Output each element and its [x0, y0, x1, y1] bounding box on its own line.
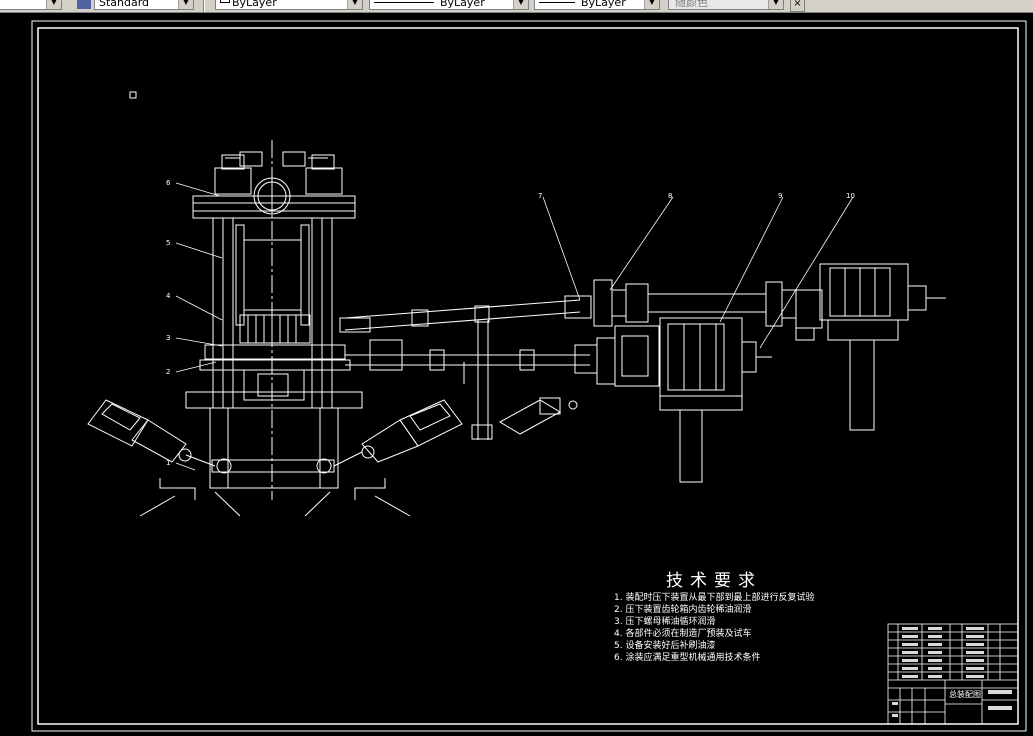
close-icon[interactable]: × — [790, 0, 805, 12]
tech-requirements-title: 技术要求 — [666, 571, 762, 591]
text-style-combo[interactable]: Standard ▼ — [94, 0, 194, 10]
layer-color-swatch — [220, 0, 230, 3]
text-style-icon[interactable] — [77, 0, 91, 9]
layer-combo[interactable]: ByLayer ▼ — [215, 0, 363, 10]
balloon-7: 7 — [538, 192, 542, 200]
balloon-3: 3 — [166, 334, 170, 342]
tech-requirement-item: 5. 设备安装好后补刷油漆 — [614, 641, 716, 651]
text-style-value: Standard — [99, 0, 150, 9]
linetype-value: ByLayer — [440, 0, 485, 9]
right-cylinder — [333, 399, 463, 467]
chevron-down-icon: ▼ — [513, 0, 528, 9]
tech-requirement-item: 3. 压下螺母稀油循环润滑 — [614, 617, 716, 627]
balloon-9: 9 — [778, 192, 782, 200]
balloon-8: 8 — [668, 192, 672, 200]
balloon-10: 10 — [846, 192, 855, 200]
lineweight-value: ByLayer — [581, 0, 626, 9]
balloon-1: 1 — [166, 459, 170, 467]
drawing-canvas[interactable]: 6 5 4 3 2 1 7 8 9 10 总装配图 — [0, 12, 1033, 736]
linetype-combo[interactable]: ByLayer ▼ — [369, 0, 529, 10]
drive-spindles — [339, 295, 598, 440]
left-cylinder — [87, 399, 216, 467]
pickbox-marker — [129, 91, 137, 99]
balloon-5: 5 — [166, 239, 170, 247]
technical-requirements: 技术要求 1. 装配时压下装置从最下部到最上部进行反复试验 2. 压下装置齿轮箱… — [614, 570, 814, 664]
lineweight-preview — [539, 2, 575, 3]
dim-style-combo[interactable]: ▼ — [0, 0, 62, 10]
tech-requirement-item: 2. 压下装置齿轮箱内齿轮稀油润滑 — [614, 605, 752, 615]
linetype-preview — [374, 2, 434, 3]
lineweight-combo[interactable]: ByLayer ▼ — [534, 0, 660, 10]
balloon-6: 6 — [166, 179, 171, 187]
tech-requirement-item: 4. 各部件必须在制造厂预装及试车 — [614, 629, 752, 639]
chevron-down-icon: ▼ — [768, 0, 783, 9]
tech-requirement-item: 6. 涂装应满足重型机械通用技术条件 — [614, 653, 761, 663]
balloon-labels: 6 5 4 3 2 1 7 8 9 10 — [166, 179, 855, 467]
balloon-4: 4 — [166, 292, 171, 300]
chevron-down-icon: ▼ — [347, 0, 362, 9]
plot-style-combo[interactable]: 随颜色 ▼ — [668, 0, 784, 10]
outer-border — [31, 20, 1027, 732]
plot-style-value: 随颜色 — [675, 0, 708, 9]
leader-lines — [175, 182, 854, 471]
chevron-down-icon: ▼ — [46, 0, 61, 9]
lower-drive-line — [596, 317, 772, 483]
toolbar-separator — [203, 0, 205, 12]
chevron-down-icon: ▼ — [644, 0, 659, 9]
tech-requirement-item: 1. 装配时压下装置从最下部到最上部进行反复试验 — [614, 593, 815, 603]
layer-value: ByLayer — [232, 0, 277, 9]
upper-drive-line — [593, 263, 946, 431]
inner-border — [37, 27, 1019, 725]
title-block: 总装配图 — [887, 623, 1019, 725]
chevron-down-icon: ▼ — [178, 0, 193, 9]
title-block-title: 总装配图 — [949, 689, 981, 699]
balloon-2: 2 — [166, 368, 170, 376]
